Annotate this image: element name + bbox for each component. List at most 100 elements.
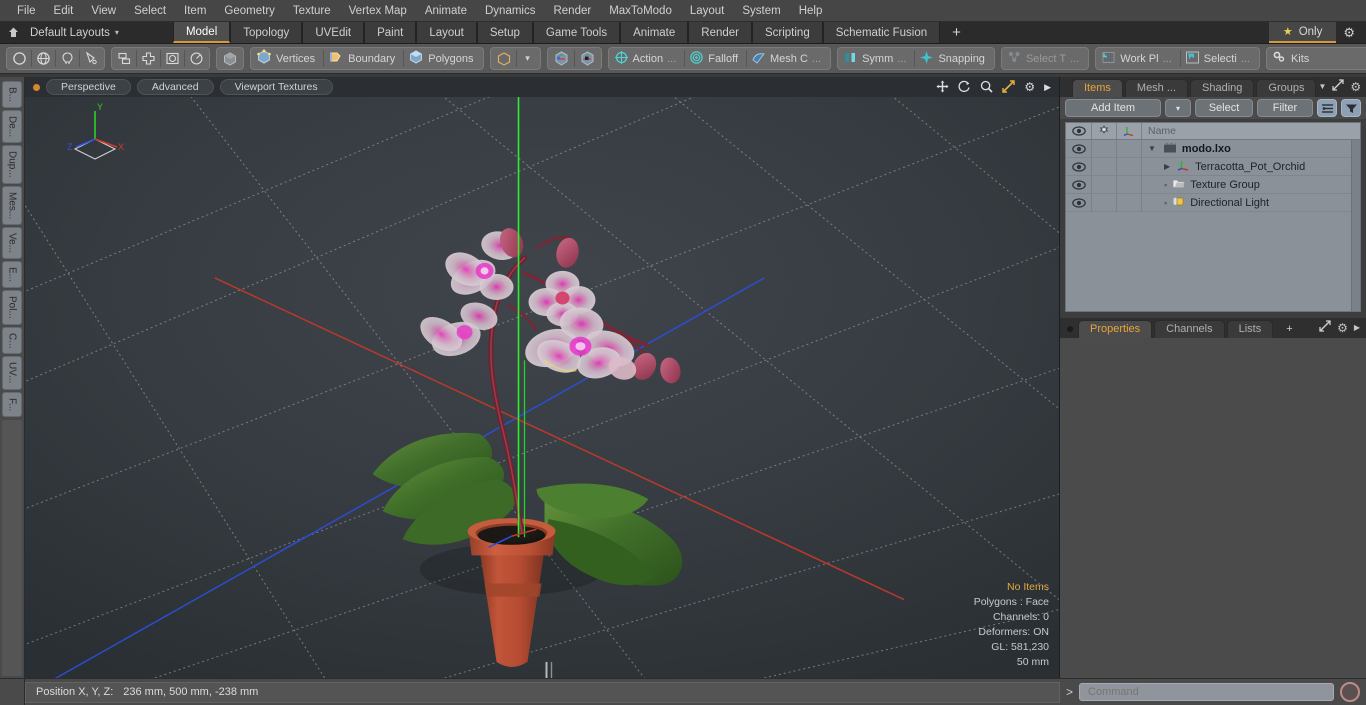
action-center-button[interactable]: Action ... <box>610 48 685 69</box>
record-icon[interactable] <box>1340 682 1360 702</box>
view-cube-a-icon[interactable] <box>549 48 574 69</box>
lasso-icon[interactable] <box>56 48 79 69</box>
row-visibility-toggle[interactable] <box>1066 158 1092 175</box>
select-expand-icon[interactable] <box>137 48 160 69</box>
vtab-vertex[interactable]: Ve... <box>2 227 22 260</box>
paint-select-icon[interactable] <box>80 48 103 69</box>
items-list-empty-area[interactable] <box>1066 212 1360 311</box>
tab-items[interactable]: Items <box>1072 79 1123 97</box>
tab-groups[interactable]: Groups <box>1256 79 1317 97</box>
list-item[interactable]: ▶ Terracotta_Pot_Orchid <box>1142 159 1360 174</box>
tab-animate[interactable]: Animate <box>620 22 689 43</box>
kits-button[interactable]: Kits <box>1268 48 1366 69</box>
select-through-button[interactable]: Select T ... <box>1003 48 1087 69</box>
vtab-curve[interactable]: C... <box>2 326 22 355</box>
vertices-button[interactable]: Vertices <box>252 48 323 69</box>
menu-item-render[interactable]: Render <box>544 2 600 20</box>
tab-layout[interactable]: Layout <box>416 22 477 43</box>
menu-item-file[interactable]: File <box>8 2 45 20</box>
tab-schematic-fusion[interactable]: Schematic Fusion <box>822 22 941 43</box>
table-row[interactable]: ▪ Texture Group <box>1066 176 1360 194</box>
menu-item-edit[interactable]: Edit <box>45 2 83 20</box>
home-icon[interactable] <box>0 22 26 43</box>
viewport-projection-selector[interactable]: Perspective <box>46 79 131 95</box>
menu-item-animate[interactable]: Animate <box>416 2 476 20</box>
select-ring-icon[interactable] <box>185 48 208 69</box>
expand-icon[interactable] <box>1319 320 1331 335</box>
tab-setup[interactable]: Setup <box>476 22 533 43</box>
tab-mesh-ops[interactable]: Mesh ... <box>1124 79 1189 97</box>
panel-menu-dot[interactable] <box>1067 326 1073 332</box>
add-item-dropdown[interactable]: ▾ <box>1165 99 1191 117</box>
row-transform-cell[interactable] <box>1117 140 1142 157</box>
menu-item-dynamics[interactable]: Dynamics <box>476 2 544 20</box>
item-mode-icon[interactable] <box>218 48 242 69</box>
play-icon[interactable]: ▶ <box>1354 323 1360 332</box>
list-icon[interactable] <box>1317 99 1337 117</box>
menu-item-system[interactable]: System <box>733 2 789 20</box>
menu-item-geometry[interactable]: Geometry <box>215 2 284 20</box>
row-lock-cell[interactable] <box>1092 140 1117 157</box>
list-item[interactable]: ▪ Texture Group <box>1142 178 1360 192</box>
gear-icon[interactable]: ⚙ <box>1336 22 1362 43</box>
menu-item-layout[interactable]: Layout <box>681 2 734 20</box>
select-connected-icon[interactable] <box>113 48 136 69</box>
viewport-3d-canvas[interactable]: Y X Z No Items Polygons : Face Channels:… <box>25 97 1059 678</box>
layout-preset-selector[interactable]: Default Layouts ▾ <box>26 22 129 43</box>
circle-select-icon[interactable] <box>8 48 31 69</box>
list-item[interactable]: ▼ modo.lxo <box>1142 142 1360 156</box>
filter-button[interactable]: Filter <box>1257 99 1313 117</box>
menu-item-view[interactable]: View <box>82 2 125 20</box>
select-loop-icon[interactable] <box>161 48 184 69</box>
expand-icon[interactable] <box>1332 79 1345 94</box>
tab-scripting[interactable]: Scripting <box>751 22 823 43</box>
play-icon[interactable]: ▶ <box>1044 82 1051 92</box>
funnel-icon[interactable] <box>1341 99 1361 117</box>
properties-body[interactable] <box>1060 338 1366 678</box>
table-row[interactable]: ▼ modo.lxo <box>1066 140 1360 158</box>
row-transform-cell[interactable] <box>1117 176 1142 193</box>
viewport-shading-selector[interactable]: Advanced <box>136 79 214 95</box>
row-lock-cell[interactable] <box>1092 158 1117 175</box>
menu-item-texture[interactable]: Texture <box>284 2 340 20</box>
table-row[interactable]: ▶ Terracotta_Pot_Orchid <box>1066 158 1360 176</box>
symmetry-button[interactable]: Symm ... <box>839 48 914 69</box>
chevron-down-icon[interactable]: ▼ <box>1148 144 1156 153</box>
vtab-edge[interactable]: E... <box>2 261 22 289</box>
tab-render[interactable]: Render <box>688 22 752 43</box>
vtab-basic[interactable]: B... <box>2 81 22 109</box>
zoom-icon[interactable] <box>980 80 993 95</box>
tab-topology[interactable]: Topology <box>230 22 303 43</box>
list-item[interactable]: ▪ Directional Light <box>1142 196 1360 210</box>
menu-item-maxtomodo[interactable]: MaxToModo <box>600 2 681 20</box>
row-visibility-toggle[interactable] <box>1066 176 1092 193</box>
viewport-textures-selector[interactable]: Viewport Textures <box>219 79 333 95</box>
fit-icon[interactable] <box>1002 79 1016 95</box>
menu-item-help[interactable]: Help <box>790 2 832 20</box>
tab-channels[interactable]: Channels <box>1154 320 1225 338</box>
row-lock-cell[interactable] <box>1092 176 1117 193</box>
menu-item-item[interactable]: Item <box>175 2 215 20</box>
gear-icon[interactable]: ⚙ <box>1024 81 1035 93</box>
work-plane-button[interactable]: Work Pl ... <box>1097 48 1179 69</box>
gear-icon[interactable]: ⚙ <box>1350 80 1361 94</box>
add-item-button[interactable]: Add Item <box>1065 99 1161 117</box>
vtab-mesh-edit[interactable]: Mes... <box>2 185 22 226</box>
vtab-fusion[interactable]: F... <box>2 391 22 418</box>
move-icon[interactable] <box>936 80 949 95</box>
vtab-uv[interactable]: UV... <box>2 356 22 390</box>
select-button[interactable]: Select <box>1195 99 1253 117</box>
tab-uvedit[interactable]: UVEdit <box>302 22 365 43</box>
polygons-button[interactable]: Polygons <box>404 48 481 69</box>
add-panel-tab-button[interactable]: + <box>1275 321 1303 338</box>
items-list-scrollbar[interactable] <box>1351 140 1360 311</box>
only-toggle-button[interactable]: ★ Only <box>1268 22 1337 43</box>
vtab-duplicate[interactable]: Dup... <box>2 145 22 184</box>
chevron-down-icon[interactable]: ▾ <box>517 48 539 69</box>
menu-item-vertex-map[interactable]: Vertex Map <box>340 2 416 20</box>
boundary-button[interactable]: Boundary <box>324 48 403 69</box>
table-row[interactable]: ▪ Directional Light <box>1066 194 1360 212</box>
tab-game-tools[interactable]: Game Tools <box>532 22 621 43</box>
tab-properties[interactable]: Properties <box>1078 320 1153 338</box>
menu-item-select[interactable]: Select <box>125 2 175 20</box>
